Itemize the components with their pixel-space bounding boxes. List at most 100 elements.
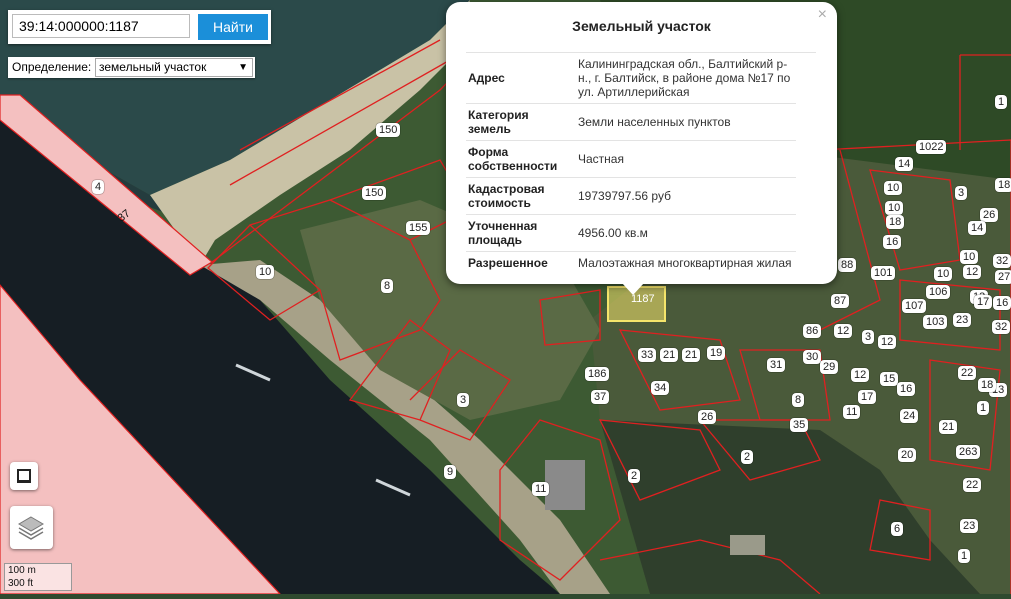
parcel-number-label[interactable]: 103	[923, 315, 948, 329]
parcel-number-label[interactable]: 1022	[916, 140, 947, 154]
map-scale: 100 m 300 ft	[4, 563, 72, 591]
layers-button[interactable]	[10, 506, 53, 549]
definition-select[interactable]: земельный участок ▼	[95, 58, 253, 77]
parcel-number-label[interactable]: 3	[955, 186, 968, 200]
popup-pointer	[622, 283, 644, 295]
parcel-number-label[interactable]: 1	[958, 549, 971, 563]
parcel-number-label[interactable]: 30	[803, 350, 822, 364]
parcel-number-label[interactable]: 23	[953, 313, 972, 327]
parcel-number-label[interactable]: 10	[256, 265, 275, 279]
info-key: Форма собственности	[466, 140, 572, 178]
info-value: 4956.00 кв.м	[572, 214, 796, 252]
building	[730, 535, 765, 555]
parcel-number-label[interactable]: 150	[376, 123, 401, 137]
parcel-number-label[interactable]: 8	[381, 279, 394, 293]
parcel-number-label[interactable]: 24	[900, 409, 919, 423]
parcel-number-label[interactable]: 16	[883, 235, 902, 249]
parcel-number-label[interactable]: 8	[792, 393, 805, 407]
parcel-number-label[interactable]: 12	[878, 335, 897, 349]
parcel-number-label[interactable]: 17	[858, 390, 877, 404]
parcel-number-label[interactable]: 29	[820, 360, 839, 374]
parcel-number-label[interactable]: 17	[974, 295, 993, 309]
parcel-number-label[interactable]: 18	[886, 215, 905, 229]
parcel-number-label[interactable]: 21	[939, 420, 958, 434]
parcel-number-label[interactable]: 18	[995, 178, 1011, 192]
info-value: 19739797.56 руб	[572, 177, 796, 215]
parcel-number-label[interactable]: 35	[790, 418, 809, 432]
info-row: Разрешенное использованиеМалоэтажная мно…	[466, 251, 796, 271]
parcel-number-label[interactable]: 26	[698, 410, 717, 424]
parcel-number-label[interactable]: 1	[977, 401, 990, 415]
parcel-number-label[interactable]: 106	[926, 285, 951, 299]
parcel-info-popup: × Земельный участок Адрес Калининградская…	[446, 2, 837, 284]
parcel-number-label[interactable]: 21	[682, 348, 701, 362]
parcel-number-label[interactable]: 2	[628, 469, 641, 483]
parcel-number-label[interactable]: 107	[902, 299, 927, 313]
layers-icon	[18, 516, 44, 540]
fullscreen-button[interactable]	[10, 462, 38, 490]
parcel-number-label[interactable]: 14	[968, 221, 987, 235]
info-row: Категория земель Земли населенных пунктов	[466, 103, 796, 141]
parcel-number-label[interactable]: 18	[978, 378, 997, 392]
info-key: Категория земель	[466, 103, 572, 141]
parcel-number-label[interactable]: 27	[995, 270, 1011, 284]
parcel-number-label[interactable]: 31	[767, 358, 786, 372]
chevron-down-icon: ▼	[238, 62, 248, 73]
parcel-number-label[interactable]: 3	[457, 393, 470, 407]
parcel-number-label[interactable]: 155	[406, 221, 431, 235]
parcel-number-label[interactable]: 19	[707, 346, 726, 360]
parcel-number-label[interactable]: 15	[880, 372, 899, 386]
parcel-number-label[interactable]: 6	[891, 522, 904, 536]
info-row: Форма собственности Частная	[466, 140, 796, 178]
parcel-number-label[interactable]: 2	[741, 450, 754, 464]
parcel-number-label[interactable]: 23	[960, 519, 979, 533]
definition-label: Определение:	[12, 60, 92, 74]
parcel-number-label[interactable]: 16	[993, 296, 1011, 310]
parcel-number-label[interactable]: 10	[884, 181, 903, 195]
parcel-number-label[interactable]: 10	[885, 201, 904, 215]
parcel-number-label[interactable]: 150	[362, 186, 387, 200]
parcel-number-label[interactable]: 10	[960, 250, 979, 264]
parcel-number-label[interactable]: 32	[993, 254, 1011, 268]
parcel-number-label[interactable]: 34	[651, 381, 670, 395]
info-row: Адрес Калининградская обл., Балтийский р-…	[466, 53, 796, 104]
parcel-number-label[interactable]: 12	[834, 324, 853, 338]
parcel-number-label[interactable]: 10	[934, 267, 953, 281]
parcel-number-label[interactable]: 3	[862, 330, 875, 344]
parcel-number-label[interactable]: 20	[898, 448, 917, 462]
parcel-number-label[interactable]: 11	[532, 482, 550, 496]
scale-imperial: 300 ft	[4, 577, 72, 591]
parcel-number-label[interactable]: 22	[963, 478, 982, 492]
parcel-number-label[interactable]: 87	[831, 294, 850, 308]
parcel-number-label[interactable]: 9	[444, 465, 457, 479]
parcel-number-label[interactable]: 186	[585, 367, 610, 381]
parcel-number-label[interactable]: 1	[995, 95, 1008, 109]
definition-panel: Определение: земельный участок ▼	[8, 57, 255, 78]
search-button[interactable]: Найти	[198, 14, 268, 40]
building	[545, 460, 585, 510]
search-input[interactable]	[12, 14, 190, 38]
info-row: Уточненная площадь 4956.00 кв.м	[466, 214, 796, 252]
parcel-number-label[interactable]: 86	[803, 324, 822, 338]
parcel-number-label[interactable]: 14	[895, 157, 914, 171]
parcel-number-label[interactable]: 16	[897, 382, 916, 396]
scale-metric: 100 m	[4, 563, 72, 577]
parcel-number-label[interactable]: 4	[92, 180, 105, 194]
parcel-number-label[interactable]: 12	[851, 368, 870, 382]
info-key: Уточненная площадь	[466, 214, 572, 252]
parcel-number-label[interactable]: 101	[871, 266, 896, 280]
parcel-number-label[interactable]: 26	[980, 208, 999, 222]
info-key: Адрес	[466, 53, 572, 104]
parcel-number-label[interactable]: 37	[591, 390, 610, 404]
popup-scroll-area[interactable]: Адрес Калининградская обл., Балтийский р-…	[466, 52, 816, 271]
fullscreen-icon	[17, 469, 31, 483]
parcel-number-label[interactable]: 88	[838, 258, 857, 272]
parcel-number-label[interactable]: 32	[992, 320, 1011, 334]
parcel-number-label[interactable]: 263	[956, 445, 981, 459]
parcel-number-label[interactable]: 12	[963, 265, 982, 279]
parcel-number-label[interactable]: 22	[958, 366, 977, 380]
parcel-number-label[interactable]: 11	[843, 405, 861, 419]
parcel-number-label[interactable]: 21	[660, 348, 679, 362]
parcel-number-label[interactable]: 33	[638, 348, 657, 362]
info-value: Частная	[572, 140, 796, 178]
